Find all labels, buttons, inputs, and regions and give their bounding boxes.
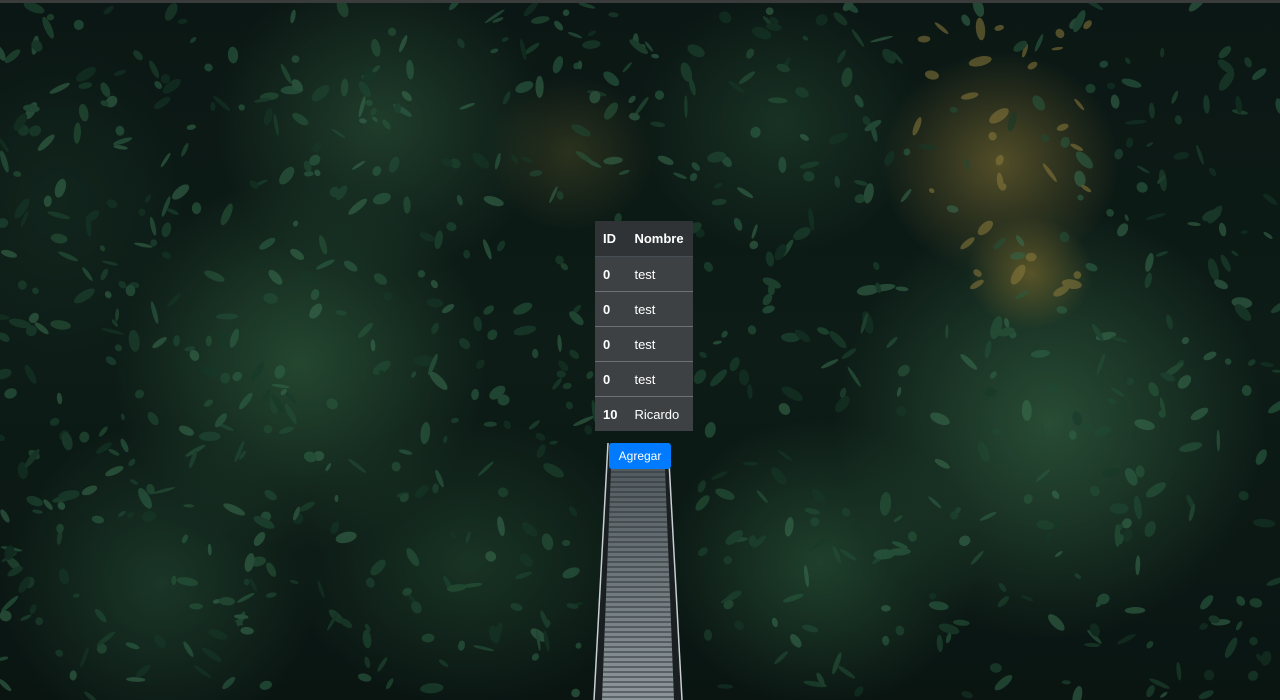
cell-nombre: test <box>625 291 693 327</box>
window-top-border <box>0 0 1280 3</box>
table-row: 0 test <box>595 256 693 292</box>
table-row: 0 test <box>595 326 693 362</box>
cell-nombre: test <box>625 326 693 362</box>
table-row: 10 Ricardo <box>595 396 693 431</box>
table-row: 0 test <box>595 291 693 327</box>
cell-id: 0 <box>595 326 626 362</box>
suspension-bridge <box>593 443 683 700</box>
column-header-nombre: Nombre <box>625 221 693 257</box>
cell-nombre: test <box>625 361 693 397</box>
users-table-container: ID Nombre 0 test 0 test 0 test 0 test 10 <box>595 221 693 431</box>
cell-id: 0 <box>595 291 626 327</box>
cell-id: 10 <box>595 396 626 431</box>
add-button[interactable]: Agregar <box>609 443 671 469</box>
cell-nombre: test <box>625 256 693 292</box>
table-row: 0 test <box>595 361 693 397</box>
cell-id: 0 <box>595 256 626 292</box>
column-header-id: ID <box>595 221 626 257</box>
users-table: ID Nombre 0 test 0 test 0 test 0 test 10 <box>595 221 693 431</box>
cell-nombre: Ricardo <box>625 396 693 431</box>
table-header-row: ID Nombre <box>595 221 693 257</box>
cell-id: 0 <box>595 361 626 397</box>
